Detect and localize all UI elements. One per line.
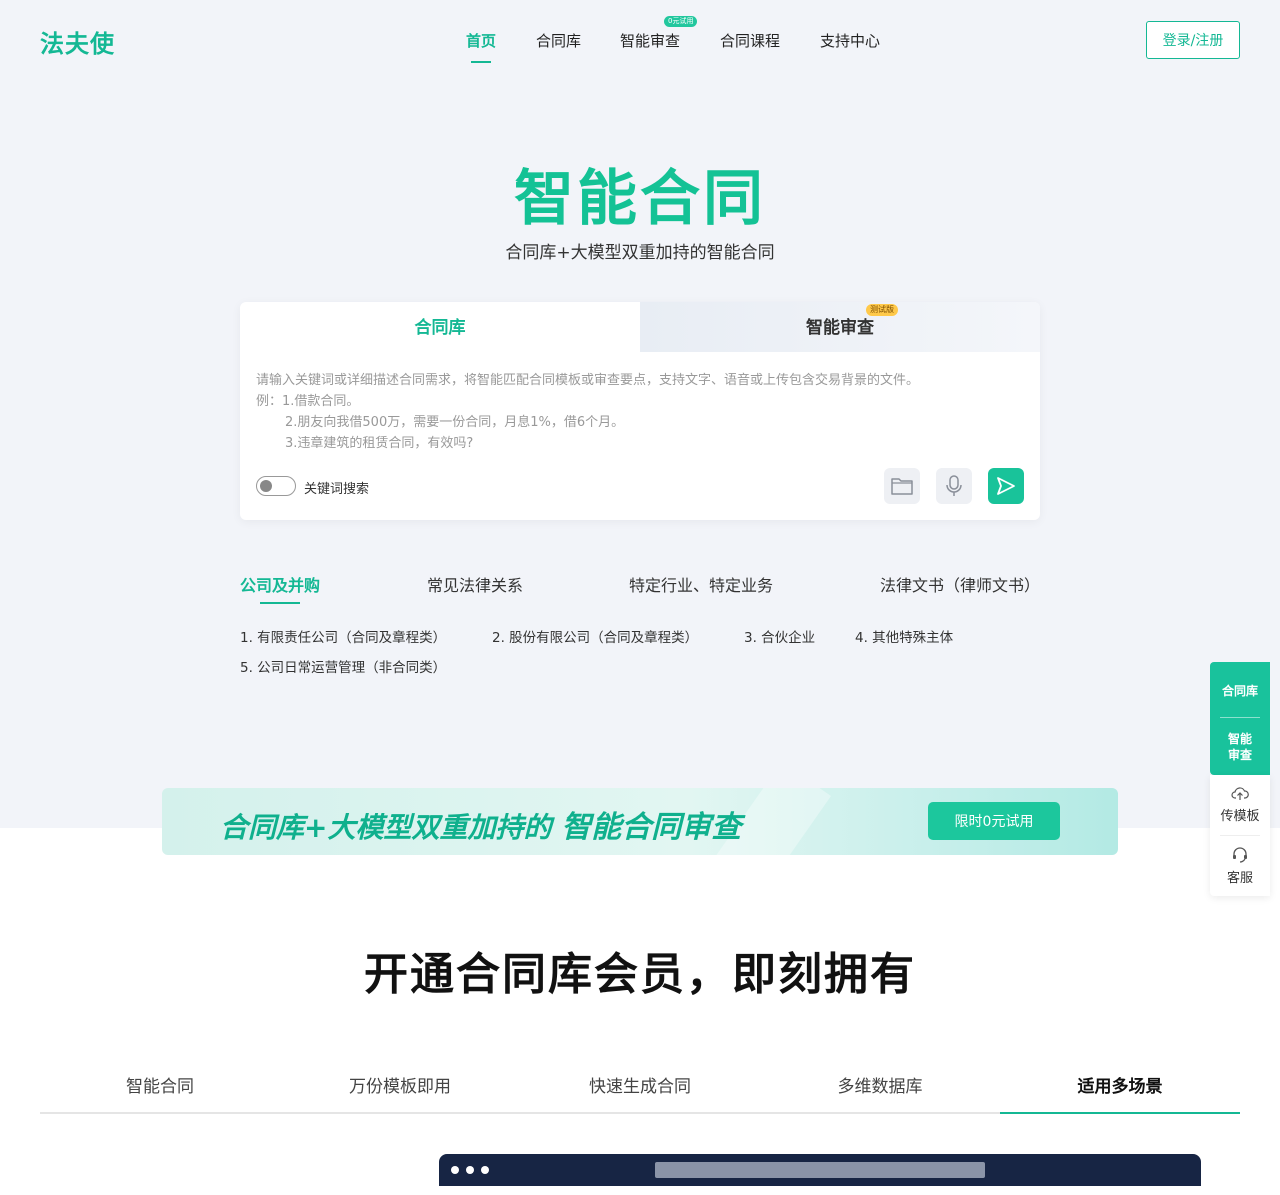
folder-icon <box>891 478 913 495</box>
banner-text-strong: 智能合同审查 <box>561 810 742 845</box>
tab-contract-library[interactable]: 合同库 <box>240 302 640 352</box>
nav-item-contract-library[interactable]: 合同库 <box>536 30 581 51</box>
free-trial-badge: 0元试用 <box>664 16 698 27</box>
keyword-search-label: 关键词搜索 <box>304 482 370 497</box>
address-bar <box>655 1162 985 1178</box>
mockup-body <box>439 1186 1201 1195</box>
float-smart-review[interactable]: 智能 审查 <box>1210 731 1270 763</box>
feature-tab-quick-generate[interactable]: 快速生成合同 <box>520 1072 760 1097</box>
nav-active-underline <box>471 61 491 63</box>
promo-banner[interactable]: 合同库+大模型双重加持的 智能合同审查 限时0元试用 <box>162 788 1118 855</box>
feature-tab-templates[interactable]: 万份模板即用 <box>280 1072 520 1097</box>
window-dot <box>451 1166 459 1174</box>
nav-item-support[interactable]: 支持中心 <box>820 30 880 51</box>
banner-text-prefix: 合同库+大模型双重加持的 <box>220 811 552 844</box>
free-trial-button[interactable]: 限时0元试用 <box>928 802 1060 840</box>
category-item[interactable]: 1. 有限责任公司（合同及章程类） <box>240 626 446 646</box>
microphone-icon <box>946 475 962 496</box>
nav-item-courses[interactable]: 合同课程 <box>720 30 780 51</box>
keyword-search-toggle[interactable] <box>256 476 296 496</box>
headset-icon <box>1233 847 1247 863</box>
category-tab-legal-documents[interactable]: 法律文书（律师文书） <box>880 572 1040 596</box>
float-upload-template[interactable]: 传模板 <box>1210 787 1270 824</box>
category-tab-legal-relations[interactable]: 常见法律关系 <box>427 572 523 596</box>
float-contract-library[interactable]: 合同库 <box>1210 682 1270 699</box>
search-input[interactable]: 请输入关键词或详细描述合同需求，将智能匹配合同模板或审查要点，支持文字、语音或上… <box>256 370 919 454</box>
hint-line: 例：1.借款合同。 <box>256 394 360 409</box>
hero-subtitle: 合同库+大模型双重加持的智能合同 <box>505 243 775 263</box>
window-dot <box>481 1166 489 1174</box>
float-smart-review-line2: 审查 <box>1227 748 1252 762</box>
float-customer-service[interactable]: 客服 <box>1210 847 1270 886</box>
float-divider <box>1220 717 1260 718</box>
category-item[interactable]: 3. 合伙企业 <box>744 626 815 646</box>
feature-active-underline <box>1000 1112 1240 1114</box>
cloud-upload-icon <box>1231 787 1249 800</box>
nav-item-smart-review[interactable]: 智能审查 <box>620 30 680 51</box>
beta-badge: 测试版 <box>866 304 898 316</box>
toggle-knob <box>260 480 272 492</box>
browser-mockup <box>439 1154 1201 1195</box>
float-smart-review-line1: 智能 <box>1227 732 1252 746</box>
banner-text: 合同库+大模型双重加持的 智能合同审查 <box>220 802 741 846</box>
category-active-underline <box>260 602 300 604</box>
feature-tabs: 智能合同 万份模板即用 快速生成合同 多维数据库 适用多场景 <box>40 1072 1240 1114</box>
window-dot <box>466 1166 474 1174</box>
tab-smart-review[interactable]: 智能审查 <box>640 302 1040 352</box>
float-service-label: 客服 <box>1226 871 1253 886</box>
category-tab-industry[interactable]: 特定行业、特定业务 <box>629 572 773 596</box>
send-icon <box>997 477 1015 495</box>
float-upload-label: 传模板 <box>1220 809 1260 824</box>
category-item[interactable]: 4. 其他特殊主体 <box>855 626 953 646</box>
float-divider <box>1220 835 1260 836</box>
float-tools: 传模板 客服 <box>1210 775 1270 896</box>
upload-file-button[interactable] <box>884 468 920 504</box>
nav-item-home[interactable]: 首页 <box>466 30 496 51</box>
feature-tab-database[interactable]: 多维数据库 <box>760 1072 1000 1097</box>
search-card: 合同库 智能审查 测试版 请输入关键词或详细描述合同需求，将智能匹配合同模板或审… <box>240 302 1040 520</box>
hint-line: 3.违章建筑的租赁合同，有效吗? <box>285 436 474 451</box>
float-quick-links: 合同库 智能 审查 <box>1210 662 1270 775</box>
send-button[interactable] <box>988 468 1024 504</box>
voice-input-button[interactable] <box>936 468 972 504</box>
hero-title: 智能合同 <box>514 164 766 234</box>
main-nav: 首页 合同库 智能审查 合同课程 支持中心 <box>0 30 1280 70</box>
feature-tab-smart-contract[interactable]: 智能合同 <box>40 1072 280 1097</box>
category-item[interactable]: 5. 公司日常运营管理（非合同类） <box>240 656 446 676</box>
hint-line: 请输入关键词或详细描述合同需求，将智能匹配合同模板或审查要点，支持文字、语音或上… <box>256 373 920 388</box>
feature-tab-scenarios[interactable]: 适用多场景 <box>1000 1072 1240 1097</box>
login-register-button[interactable]: 登录/注册 <box>1146 21 1240 59</box>
category-tab-company[interactable]: 公司及并购 <box>240 572 320 596</box>
members-title: 开通合同库会员，即刻拥有 <box>364 949 916 1000</box>
hint-line: 2.朋友向我借500万，需要一份合同，月息1%，借6个月。 <box>285 415 625 430</box>
category-item[interactable]: 2. 股份有限公司（合同及章程类） <box>492 626 698 646</box>
